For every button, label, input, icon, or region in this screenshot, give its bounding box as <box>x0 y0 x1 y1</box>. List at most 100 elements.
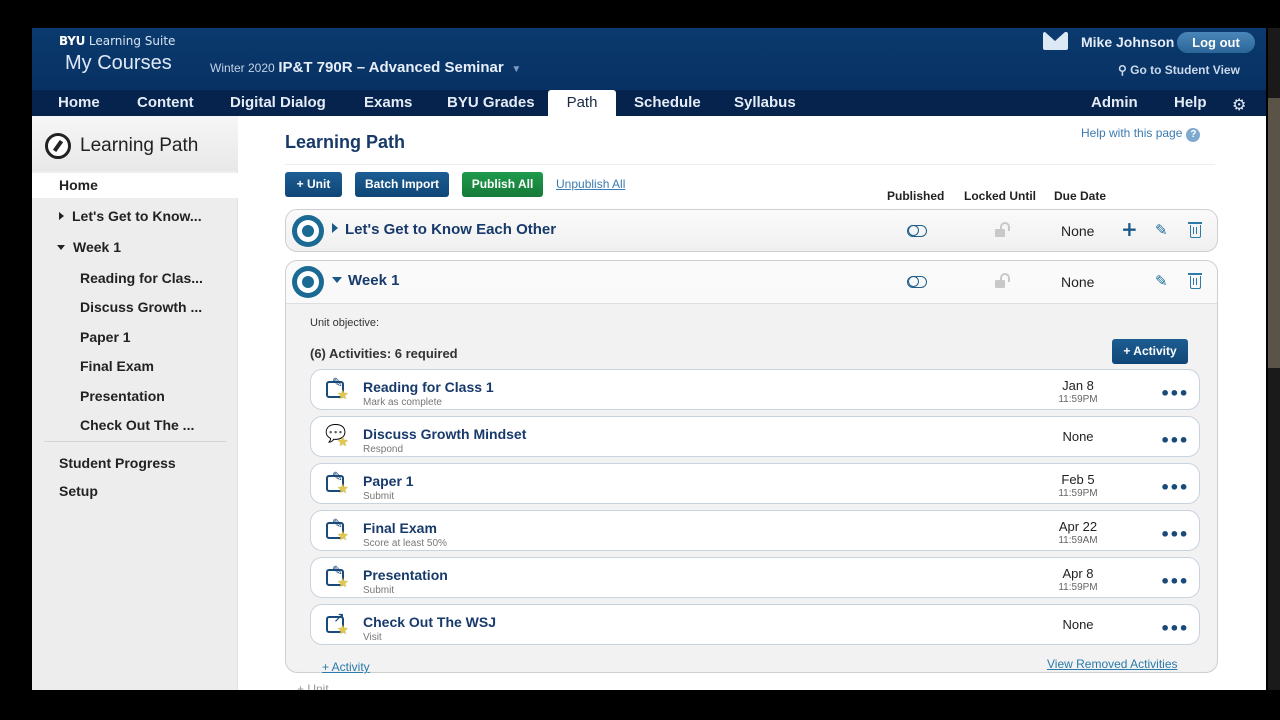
unit-title[interactable]: Week 1 <box>332 272 399 289</box>
activity-row[interactable]: ✎ ★ Paper 1 Submit Feb 5 11:59PM ••• <box>310 463 1200 504</box>
add-activity-button[interactable]: + Activity <box>1112 339 1188 364</box>
sidebar-activity[interactable]: Reading for Clas... <box>80 270 203 286</box>
activity-due-time: 11:59PM <box>1058 488 1098 499</box>
tab-help[interactable]: Help <box>1174 90 1207 116</box>
unit-icon <box>292 266 324 298</box>
pencil-icon[interactable]: ✎ <box>1155 272 1168 290</box>
caret-right-icon[interactable] <box>332 223 338 233</box>
tab-content[interactable]: Content <box>137 90 194 116</box>
unpublish-all-link[interactable]: Unpublish All <box>556 177 625 191</box>
activity-name[interactable]: Final Exam <box>363 520 437 536</box>
activity-requirement: Score at least 50% <box>363 538 447 549</box>
sidebar-activity[interactable]: Presentation <box>80 388 165 404</box>
course-name: IP&T 790R – Advanced Seminar <box>278 59 504 76</box>
sidebar-activity[interactable]: Check Out The ... <box>80 417 194 433</box>
brand-logo: BYU Learning Suite <box>59 34 175 48</box>
sidebar-activity[interactable]: Discuss Growth ... <box>80 299 202 315</box>
publish-all-button[interactable]: Publish All <box>462 172 543 197</box>
activity-row[interactable]: ↗ ★ Check Out The WSJ Visit None ••• <box>310 604 1200 645</box>
activity-row[interactable]: 💬 ★ Discuss Growth Mindset Respond None •… <box>310 416 1200 457</box>
add-activity-link[interactable]: + Activity <box>322 660 370 674</box>
caret-right-icon <box>59 212 64 220</box>
sidebar-item-setup[interactable]: Setup <box>59 483 98 499</box>
activity-due-date: Jan 8 <box>1062 378 1094 393</box>
activity-row[interactable]: ✎ ★ Presentation Submit Apr 8 11:59PM ••• <box>310 557 1200 598</box>
activity-name[interactable]: Presentation <box>363 567 448 583</box>
edit-icon: ✎ ★ <box>326 376 349 403</box>
help-icon: ? <box>1186 128 1201 142</box>
unit-title[interactable]: Let's Get to Know Each Other <box>332 221 556 238</box>
sidebar-unit-label: Week 1 <box>73 239 121 255</box>
unit-name-label: Let's Get to Know Each Other <box>345 221 557 238</box>
tab-exams[interactable]: Exams <box>364 90 412 116</box>
activity-row[interactable]: ✎ ★ Reading for Class 1 Mark as complete … <box>310 369 1200 410</box>
background-window-edge <box>1268 28 1280 690</box>
sidebar-activity[interactable]: Paper 1 <box>80 329 131 345</box>
activity-due-date: None <box>1062 617 1094 632</box>
trash-icon[interactable] <box>1188 273 1202 289</box>
sidebar-item-unit-2[interactable]: Week 1 <box>57 239 121 255</box>
activity-name[interactable]: Discuss Growth Mindset <box>363 426 526 442</box>
edit-icon: ✎ ★ <box>326 517 349 544</box>
my-courses-link[interactable]: My Courses <box>65 52 172 75</box>
more-options-icon[interactable]: ••• <box>1160 384 1189 403</box>
search-icon: ⚲ <box>1118 63 1131 77</box>
browser-page: BYU Learning Suite My Courses Winter 202… <box>32 28 1266 690</box>
activity-due-date: None <box>1062 429 1094 444</box>
student-view-link[interactable]: ⚲ Go to Student View <box>1118 63 1240 77</box>
more-options-icon[interactable]: ••• <box>1160 572 1189 591</box>
sidebar-activity[interactable]: Final Exam <box>80 358 154 374</box>
activities-count: (6) Activities: 6 required <box>310 346 458 361</box>
tab-syllabus[interactable]: Syllabus <box>734 90 796 116</box>
column-header-locked-until: Locked Until <box>964 189 1037 203</box>
published-toggle[interactable] <box>907 224 927 237</box>
more-options-icon[interactable]: ••• <box>1160 431 1189 450</box>
tab-admin[interactable]: Admin <box>1091 90 1138 116</box>
help-link[interactable]: Help with this page? <box>1081 126 1201 142</box>
sidebar-item-unit-1[interactable]: Let's Get to Know... <box>59 208 202 224</box>
course-selector[interactable]: Winter 2020 IP&T 790R – Advanced Seminar… <box>210 59 521 76</box>
tab-byu-grades[interactable]: BYU Grades <box>447 90 535 116</box>
trash-icon[interactable] <box>1188 222 1202 238</box>
more-options-icon[interactable]: ••• <box>1160 619 1189 638</box>
caret-down-icon[interactable] <box>332 277 342 283</box>
mail-icon[interactable] <box>1043 32 1068 50</box>
tab-schedule[interactable]: Schedule <box>634 90 701 116</box>
unit-due-date: None <box>1061 274 1095 290</box>
pencil-icon[interactable]: ✎ <box>1155 221 1168 239</box>
add-unit-link[interactable]: + Unit <box>297 682 329 690</box>
edit-icon: ✎ ★ <box>326 564 349 591</box>
batch-import-button[interactable]: Batch Import <box>355 172 449 197</box>
unlock-icon[interactable] <box>995 222 1010 237</box>
tab-path[interactable]: Path <box>548 90 616 116</box>
activity-due-date: Apr 22 <box>1058 519 1098 534</box>
page-title: Learning Path <box>285 132 406 152</box>
published-toggle[interactable] <box>907 275 927 288</box>
plus-icon[interactable]: + <box>1121 217 1138 241</box>
sidebar: Learning Path Home Let's Get to Know... … <box>32 116 238 690</box>
view-removed-activities-link[interactable]: View Removed Activities <box>1047 657 1178 671</box>
logout-button[interactable]: Log out <box>1177 32 1255 53</box>
unit-row: Week 1 None ✎ Unit objective: (6) Activi… <box>285 260 1218 674</box>
gear-icon[interactable]: ⚙ <box>1232 95 1246 114</box>
user-name[interactable]: Mike Johnson <box>1081 34 1174 50</box>
activity-name[interactable]: Paper 1 <box>363 473 414 489</box>
activity-requirement: Submit <box>363 585 395 596</box>
sidebar-item-student-progress[interactable]: Student Progress <box>59 455 176 471</box>
title-divider <box>285 164 1215 165</box>
more-options-icon[interactable]: ••• <box>1160 478 1189 497</box>
sidebar-item-home[interactable]: Home <box>59 177 98 193</box>
activity-requirement: Visit <box>363 632 382 643</box>
activity-name[interactable]: Reading for Class 1 <box>363 379 494 395</box>
brand-bold: BYU <box>59 34 86 48</box>
tab-digital-dialog[interactable]: Digital Dialog <box>230 90 326 116</box>
add-unit-button[interactable]: + Unit <box>285 172 342 197</box>
header: BYU Learning Suite My Courses Winter 202… <box>32 28 1266 90</box>
activity-row[interactable]: ✎ ★ Final Exam Score at least 50% Apr 22 … <box>310 510 1200 551</box>
unlock-icon[interactable] <box>995 273 1010 288</box>
activity-requirement: Respond <box>363 444 404 455</box>
more-options-icon[interactable]: ••• <box>1160 525 1189 544</box>
activity-due-date: Feb 5 <box>1061 472 1095 487</box>
activity-name[interactable]: Check Out The WSJ <box>363 614 496 630</box>
tab-home[interactable]: Home <box>58 90 100 116</box>
